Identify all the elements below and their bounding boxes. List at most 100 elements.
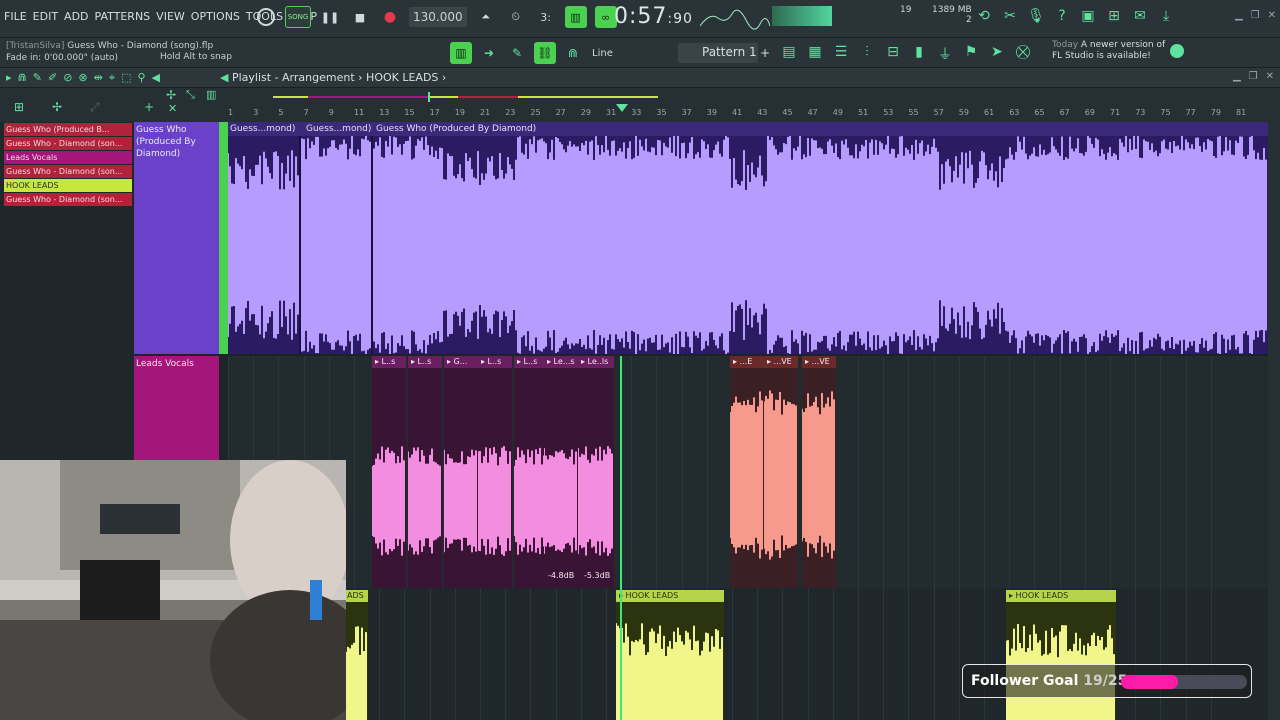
pattern-selector[interactable]: Pattern 1 — [678, 43, 758, 63]
cart-icon[interactable]: ⛒ — [1014, 44, 1032, 62]
arrow-button[interactable]: ➜ — [478, 42, 500, 64]
magnet-icon: ⋒ — [567, 46, 579, 60]
timeline-ruler[interactable]: 1 3 5 7 9 11 13 15 17 19 21 23 25 27 29 31 33 35 37 39 41 43 4… — [228, 88, 1268, 122]
pattern-item[interactable]: HOOK LEADS — [4, 179, 132, 192]
slice-tool-icon[interactable]: ⌖ — [109, 71, 115, 85]
pattern-item[interactable]: Guess Who - Diamond (son... — [4, 193, 132, 206]
eq-icon[interactable]: ⫶ — [858, 44, 876, 62]
add-track-icon[interactable]: + — [144, 100, 154, 114]
close-icon[interactable]: ✕ — [1268, 10, 1276, 21]
tempo-display[interactable]: 130.000 — [409, 7, 467, 27]
playback-tool-icon[interactable]: ◀ — [152, 71, 160, 85]
channel-rack-icon[interactable]: ▦ — [806, 44, 824, 62]
paint-tool-icon[interactable]: ✐ — [48, 71, 57, 85]
track-header-1[interactable]: Guess Who (Produced By Diamond) — [134, 122, 222, 354]
mixer-icon[interactable]: ☰ — [832, 44, 850, 62]
chat-icon[interactable]: ✉ — [1131, 8, 1149, 26]
pattern-item[interactable]: Guess Who - Diamond (son... — [4, 165, 132, 178]
menu-view[interactable]: VIEW — [156, 10, 185, 23]
vocal-clip[interactable]: ▸ L..s — [372, 356, 406, 588]
playlist-maximize-icon[interactable]: ❐ — [1249, 71, 1258, 82]
song-time-display[interactable]: 0:57:90 — [614, 4, 693, 29]
hook-leads-clip[interactable]: ▸ HOOK LEADS — [616, 590, 724, 720]
pattern-item[interactable]: Guess Who (Produced B... — [4, 123, 132, 136]
vocal-clip[interactable]: ▸ L..s — [514, 356, 548, 588]
vocal-clip[interactable]: ▸ ...E — [730, 356, 764, 588]
menu-patterns[interactable]: PATTERNS — [95, 10, 151, 23]
browser-icon[interactable]: ⊟ — [884, 44, 902, 62]
delete-tool-icon[interactable]: ⊘ — [63, 71, 72, 85]
help-icon[interactable]: ? — [1053, 8, 1071, 26]
picker-audio-icon[interactable]: ✢ — [52, 100, 62, 114]
link-button[interactable]: ⛓ — [534, 42, 556, 64]
minimize-icon[interactable]: ▁ — [1235, 10, 1243, 21]
pattern-item[interactable]: Guess Who - Diamond (son... — [4, 137, 132, 150]
metronome-button[interactable]: ⏶ — [475, 6, 497, 28]
vocal-clip[interactable]: ▸ G... — [444, 356, 478, 588]
file-icon[interactable]: ▮ — [910, 44, 928, 62]
vocal-clip[interactable]: ▸ L..s — [478, 356, 512, 588]
send-icon[interactable]: ➤ — [988, 44, 1006, 62]
arrangement-area[interactable]: Guess...mond) Guess...mond) Guess Who (P… — [228, 122, 1268, 720]
track-1-selector[interactable] — [219, 122, 228, 354]
picker-pattern-icon[interactable]: ⊞ — [14, 100, 24, 114]
maximize-icon[interactable]: ❐ — [1251, 10, 1260, 21]
lane1-clip-3[interactable]: Guess Who (Produced By Diamond) — [376, 122, 536, 136]
picker-automation-icon[interactable]: ⤢ — [90, 100, 100, 115]
close-picker-icon[interactable]: ✕ — [168, 102, 177, 115]
globe-icon[interactable] — [1170, 44, 1184, 58]
playlist-minimize-icon[interactable]: ▁ — [1233, 71, 1241, 82]
breadcrumb-current[interactable]: HOOK LEADS — [366, 71, 438, 84]
snap-mode-label[interactable]: Line — [592, 48, 613, 59]
undo-icon[interactable]: ⟲ — [975, 8, 993, 26]
vocal-clip[interactable]: ▸ ...VE — [802, 356, 836, 588]
add-pattern-button[interactable]: + — [760, 46, 770, 60]
piano-roll-button[interactable]: ▥ — [450, 42, 472, 64]
hook-leads-clip[interactable]: ADS — [344, 590, 368, 720]
tempo-tool-icon[interactable]: ⚑ — [962, 44, 980, 62]
menu-edit[interactable]: EDIT — [33, 10, 58, 23]
vocal-clip[interactable]: ▸ ...VE — [764, 356, 798, 588]
master-volume-knob[interactable] — [255, 6, 277, 28]
vocal-clip[interactable]: ▸ Le...s — [544, 356, 578, 588]
zoom-tool-icon[interactable]: ⚲ — [137, 71, 145, 85]
draw-tool-icon[interactable]: ✎ — [33, 71, 42, 85]
pen-button[interactable]: ✎ — [506, 42, 528, 64]
stop-button[interactable]: ■ — [349, 6, 371, 28]
playlist-close-icon[interactable]: ✕ — [1266, 71, 1274, 82]
countdown-button[interactable]: 3: — [535, 6, 557, 28]
vocal-clip[interactable]: ▸ L..s — [408, 356, 442, 588]
view-toggle-icon[interactable]: ⤡ — [186, 88, 195, 102]
plug-icon[interactable]: ⏚ — [936, 44, 954, 63]
song-mode-toggle[interactable]: SONG — [285, 6, 311, 28]
slip-tool-icon[interactable]: ⇹ — [94, 71, 103, 85]
vocal-clip[interactable]: ▸ Le..ls — [578, 356, 614, 588]
plugin-icon[interactable]: ⊞ — [1105, 8, 1123, 26]
menu-file[interactable]: FILE — [4, 10, 27, 23]
pause-button[interactable]: ❚❚ — [319, 6, 341, 28]
mic-icon[interactable]: 🎙 — [1027, 8, 1045, 26]
hook-leads-clip[interactable]: ▸ HOOK LEADS — [1006, 590, 1116, 720]
pattern-item[interactable]: Leads Vocals — [4, 151, 132, 164]
move-icon[interactable]: ✢ — [166, 88, 176, 102]
lane1-clip-2[interactable]: Guess...mond) — [306, 122, 371, 136]
step-edit-button[interactable]: ▥ — [564, 6, 587, 28]
menu-arrow-icon[interactable]: ▸ — [6, 71, 12, 85]
record-button[interactable]: ● — [379, 6, 401, 28]
save-icon[interactable]: ▣ — [1079, 8, 1097, 26]
grid-toggle-icon[interactable]: ▥ — [206, 88, 216, 101]
vertical-scrollbar[interactable] — [1268, 88, 1280, 720]
mute-tool-icon[interactable]: ⊗ — [78, 71, 87, 85]
menu-options[interactable]: OPTIONS — [191, 10, 240, 23]
select-tool-icon[interactable]: ⬚ — [121, 71, 131, 85]
lane1-clip-1[interactable]: Guess...mond) — [230, 122, 295, 136]
news-panel[interactable]: Today A newer version of FL Studio is av… — [1052, 40, 1165, 62]
tools-icon[interactable]: ✂ — [1001, 8, 1019, 26]
magnet-tool-icon[interactable]: ⋒ — [18, 71, 27, 85]
menu-add[interactable]: ADD — [64, 10, 88, 23]
download-icon[interactable]: ⤓ — [1157, 8, 1175, 26]
track-header-2[interactable]: Leads Vocals — [134, 356, 222, 460]
snap-button[interactable]: ⋒ — [562, 42, 584, 64]
wait-input-button[interactable]: ⏲ — [505, 6, 527, 28]
playlist-icon[interactable]: ▤ — [780, 44, 798, 62]
